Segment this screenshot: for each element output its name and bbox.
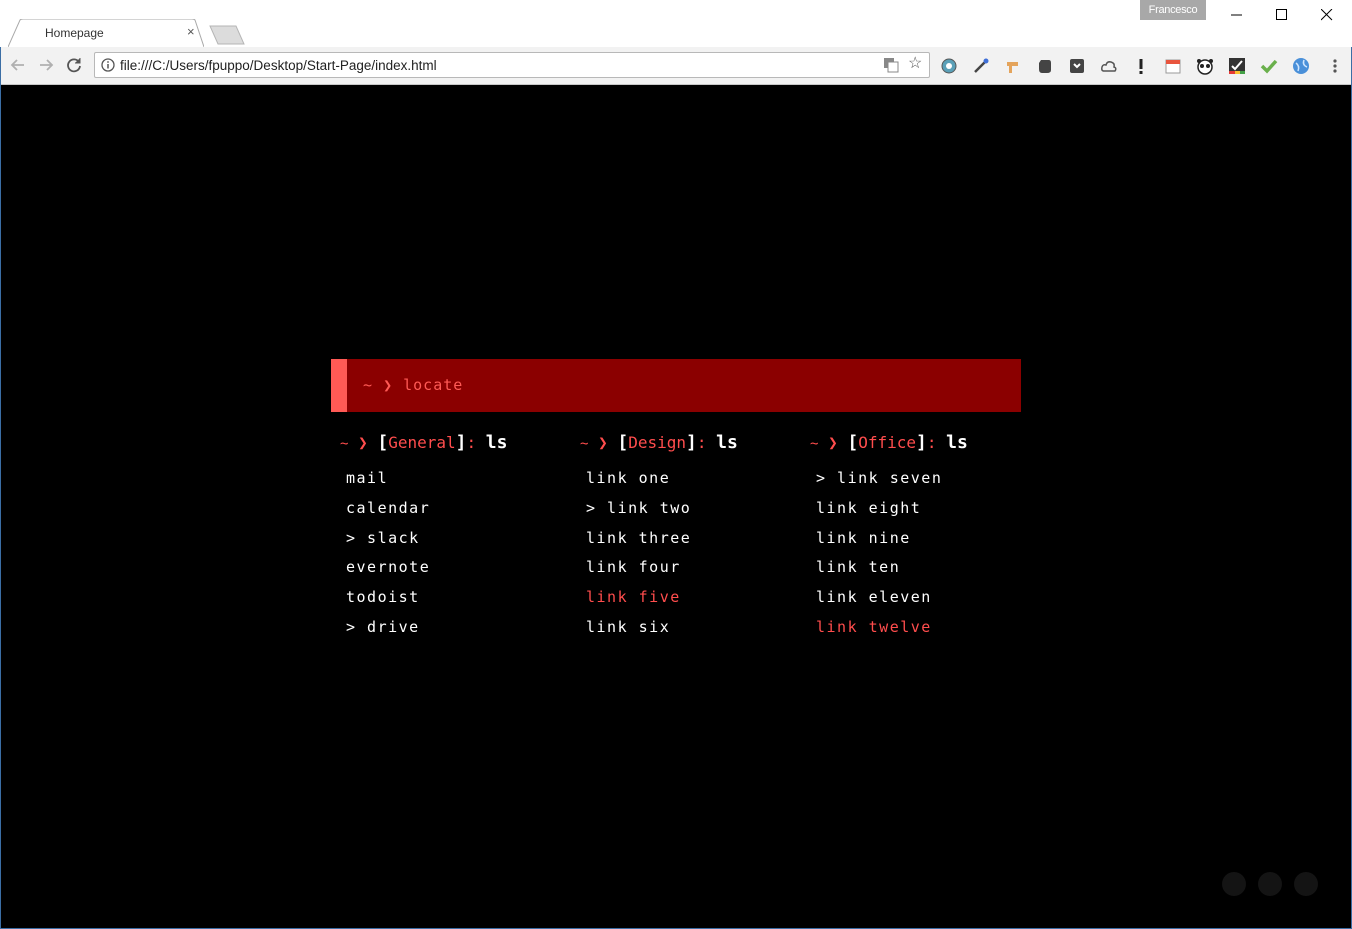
bracket-open: [	[377, 432, 389, 453]
column-command: ls	[485, 432, 508, 453]
pocket-icon[interactable]	[1068, 57, 1086, 75]
bookmark-pin-icon[interactable]	[1004, 57, 1022, 75]
column-header: ~ ❯ [Office]: ls	[810, 432, 968, 454]
translate-icon[interactable]	[883, 57, 899, 73]
maximize-icon	[1276, 9, 1287, 20]
back-button[interactable]	[8, 55, 30, 77]
eyedropper-icon[interactable]	[972, 57, 990, 75]
menu-icon[interactable]	[1326, 57, 1344, 75]
forward-button[interactable]	[36, 55, 58, 77]
column-header: ~ ❯ [Design]: ls	[580, 432, 738, 454]
column-header: ~ ❯ [General]: ls	[340, 432, 507, 454]
bracket-close: ]	[455, 432, 467, 453]
column-title: Office	[858, 433, 916, 452]
column-command: ls	[716, 432, 738, 453]
column-office: ~ ❯ [Office]: ls > link seven link eight…	[810, 432, 968, 647]
link-seven[interactable]: > link seven	[816, 468, 968, 498]
prompt-tilde: ~	[580, 436, 589, 452]
link-list: > link seven link eight link nine link t…	[816, 468, 968, 647]
search-accent-bar	[331, 359, 347, 412]
bracket-close: ]	[686, 432, 697, 453]
link-evernote[interactable]: evernote	[346, 557, 507, 587]
column-command: ls	[946, 432, 968, 453]
link-drive[interactable]: > drive	[346, 617, 507, 647]
search-bar[interactable]: ~ ❯ locate	[331, 359, 1021, 412]
link-two[interactable]: > link two	[586, 498, 738, 528]
prompt-arrow-icon: ❯	[358, 433, 368, 452]
back-arrow-icon	[10, 59, 24, 71]
prompt-arrow-icon: ❯	[828, 433, 838, 452]
cloud-icon[interactable]	[1100, 57, 1118, 75]
tab-title: Homepage	[45, 26, 104, 40]
prompt-arrow-icon: ❯	[383, 376, 394, 394]
bracket-open: [	[847, 432, 859, 453]
evernote-icon[interactable]	[1036, 57, 1054, 75]
minimize-icon	[1231, 14, 1242, 16]
link-calendar[interactable]: calendar	[346, 498, 507, 528]
column-general: ~ ❯ [General]: ls mail calendar > slack …	[340, 432, 507, 647]
bookmark-star-icon[interactable]: ☆	[908, 56, 922, 72]
search-command: locate	[403, 376, 464, 394]
link-todoist[interactable]: todoist	[346, 587, 507, 617]
tab-close-icon[interactable]: ×	[187, 24, 195, 39]
link-four[interactable]: link four	[586, 557, 738, 587]
maximize-button[interactable]	[1259, 4, 1305, 26]
link-ten[interactable]: link ten	[816, 557, 968, 587]
bracket-close: ]	[916, 432, 927, 453]
panda-icon[interactable]	[1196, 57, 1214, 75]
link-nine[interactable]: link nine	[816, 528, 968, 558]
prompt-tilde: ~	[340, 436, 349, 452]
page-dot[interactable]	[1294, 872, 1318, 896]
link-eleven[interactable]: link eleven	[816, 587, 968, 617]
link-eight[interactable]: link eight	[816, 498, 968, 528]
link-list: mail calendar > slack evernote todoist >…	[346, 468, 507, 647]
page-dot[interactable]	[1222, 872, 1246, 896]
page-dot[interactable]	[1258, 872, 1282, 896]
window-border	[0, 47, 1, 929]
close-icon	[1321, 9, 1333, 21]
checklist-icon[interactable]	[1228, 57, 1246, 75]
colon: :	[926, 433, 937, 452]
start-page: ~ ❯ locate ~ ❯ [General]: ls mail calend…	[1, 85, 1351, 928]
title-bar: Homepage × Francesco	[0, 0, 1352, 47]
link-one[interactable]: link one	[586, 468, 738, 498]
link-twelve[interactable]: link twelve	[816, 617, 968, 647]
checkmark-icon[interactable]	[1260, 57, 1278, 75]
link-slack[interactable]: > slack	[346, 528, 507, 558]
profile-button[interactable]: Francesco	[1140, 0, 1206, 20]
address-bar[interactable]: file:///C:/Users/fpuppo/Desktop/Start-Pa…	[94, 52, 930, 78]
bracket-open: [	[617, 432, 629, 453]
alert-icon[interactable]	[1132, 57, 1150, 75]
column-design: ~ ❯ [Design]: ls link one > link two lin…	[580, 432, 738, 647]
reload-icon	[67, 58, 81, 73]
tab-shape	[8, 19, 204, 47]
column-title: General	[388, 433, 456, 452]
prompt-arrow-icon: ❯	[598, 433, 608, 452]
calendar-icon[interactable]	[1164, 57, 1182, 75]
colon: :	[696, 433, 707, 452]
link-five[interactable]: link five	[586, 587, 738, 617]
link-three[interactable]: link three	[586, 528, 738, 558]
url-text[interactable]: file:///C:/Users/fpuppo/Desktop/Start-Pa…	[120, 58, 437, 73]
search-prompt[interactable]: ~ ❯ locate	[363, 376, 463, 394]
link-mail[interactable]: mail	[346, 468, 507, 498]
close-window-button[interactable]	[1304, 4, 1350, 26]
minimize-button[interactable]	[1214, 4, 1260, 26]
globe-icon[interactable]	[1292, 57, 1310, 75]
column-title: Design	[628, 433, 686, 452]
prompt-tilde: ~	[363, 376, 374, 394]
reload-button[interactable]	[64, 55, 86, 77]
colon: :	[466, 433, 477, 452]
browser-toolbar: file:///C:/Users/fpuppo/Desktop/Start-Pa…	[0, 47, 1352, 85]
onion-icon[interactable]	[940, 57, 958, 75]
forward-arrow-icon	[40, 59, 54, 71]
link-list: link one > link two link three link four…	[586, 468, 738, 647]
link-six[interactable]: link six	[586, 617, 738, 647]
prompt-tilde: ~	[810, 436, 819, 452]
tab-homepage[interactable]: Homepage ×	[8, 19, 204, 47]
info-icon	[101, 58, 115, 72]
